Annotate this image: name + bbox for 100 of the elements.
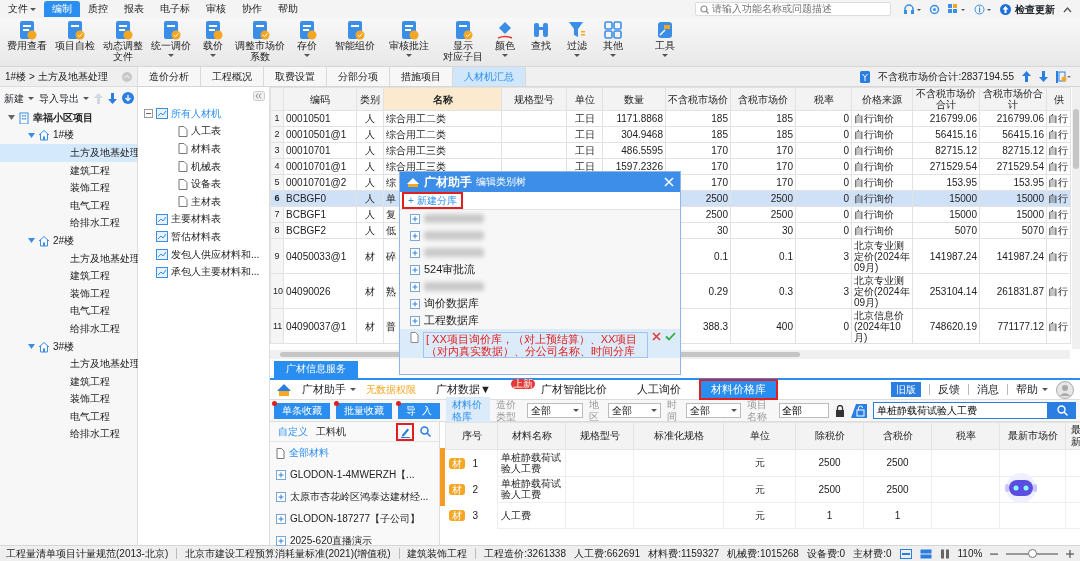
table-cell: 486.5595 (602, 142, 666, 159)
status-text: 人工费:662691 (574, 547, 641, 560)
material-tag: 材 (448, 457, 465, 469)
table-cell: 1 (863, 502, 932, 528)
permission-label: 无数据权限 (366, 383, 416, 396)
table-cell: 综合用工二类 (383, 110, 502, 127)
table-cell: 82715.12 (979, 142, 1047, 159)
table-cell: 3 (472, 509, 479, 521)
table-cell: 自行 (1046, 308, 1071, 344)
table-cell: 人 (356, 222, 384, 239)
table-cell: 北京专业测定价(2024年09月) (851, 238, 913, 274)
material-tag: 材 (448, 509, 465, 521)
table-cell: 82715.12 (912, 142, 980, 159)
table-cell: 人 (356, 142, 384, 159)
table-cell: 工日 (566, 110, 603, 127)
table-cell: 人工费 (497, 502, 566, 528)
status-text: 工程造价:3261338 (484, 547, 566, 560)
table-cell: 人 (356, 158, 384, 175)
table-cell: 2500 (863, 476, 932, 502)
table-cell: 材 (356, 273, 384, 309)
table-cell: 00010501@1 (283, 126, 357, 143)
table-cell: 216799.06 (912, 110, 980, 127)
table-cell: 人 (356, 174, 384, 191)
table-cell: 3 (795, 238, 852, 274)
table-cell: 0.1 (730, 238, 796, 274)
table-cell: 自行询价 (851, 158, 913, 175)
table-cell: 216799.06 (979, 110, 1047, 127)
table-cell: 人 (356, 206, 384, 223)
table-cell: 1 (472, 457, 479, 469)
table-cell: 自行 (1046, 273, 1071, 309)
table-cell: 自行 (1046, 238, 1071, 274)
table-cell: 自行 (1046, 110, 1071, 127)
table-cell: 工日 (566, 142, 603, 159)
table-cell: 0 (795, 206, 852, 223)
table-cell: 30 (730, 222, 796, 239)
table-cell: 141987.24 (979, 238, 1047, 274)
dialog-brand: 广材助手 (424, 174, 472, 190)
table-cell: 0 (795, 158, 852, 175)
table-cell: BCBGF2 (283, 222, 357, 239)
status-text: 建筑装饰工程 (407, 547, 468, 560)
table-cell: 748620.19 (912, 308, 980, 344)
table-cell: 元 (723, 449, 796, 476)
table-cell: 人 (356, 126, 384, 143)
table-cell: 自行询价 (851, 206, 913, 223)
table-cell: 工日 (566, 126, 603, 143)
table-cell: 自行 (1046, 142, 1071, 159)
table-cell: 0 (795, 222, 852, 239)
zoom-level: 110% (957, 547, 983, 560)
table-cell: 0 (795, 174, 852, 191)
table-cell: 56415.16 (979, 126, 1047, 143)
field-label: 项目名称 (747, 398, 769, 423)
table-cell: 单桩静载荷试验人工费 (497, 476, 566, 502)
new-badge: 上新 (510, 378, 535, 389)
table-cell: 自行 (1046, 174, 1071, 191)
table-cell: 400 (730, 308, 796, 344)
table-cell: 271529.54 (979, 158, 1047, 175)
table-cell: 材 (356, 238, 384, 274)
table-cell: 1 (795, 502, 864, 528)
table-cell: 1171.8868 (602, 110, 666, 127)
material-tag: 材 (448, 483, 465, 495)
field-label: 地区 (589, 398, 600, 423)
table-cell: 2500 (795, 449, 864, 476)
table-cell: 综合用工三类 (383, 142, 502, 159)
table-cell: 00010701 (283, 142, 357, 159)
table-cell: 自行 (1046, 126, 1071, 143)
table-cell: 人 (356, 110, 384, 127)
table-cell: 自行询价 (851, 142, 913, 159)
table-cell: 单桩静载荷试验人工费 (497, 449, 566, 476)
table-cell: 185 (665, 126, 731, 143)
table-cell: 141987.24 (912, 238, 980, 274)
table-cell: 185 (730, 126, 796, 143)
field-label: 造价类型 (495, 398, 517, 423)
table-cell: 271529.54 (912, 158, 980, 175)
table-cell: 自行询价 (851, 174, 913, 191)
table-cell: 00010701@2 (283, 174, 357, 191)
table-cell: 00010701@1 (283, 158, 357, 175)
table-cell: 04090037@1 (283, 308, 357, 344)
table-cell: 170 (665, 142, 731, 159)
table-cell: 261831.87 (979, 273, 1047, 309)
status-text: 设备费:0 (806, 547, 846, 560)
table-cell: 04090026 (283, 273, 357, 309)
table-cell: 5070 (912, 222, 980, 239)
table-cell: 56415.16 (912, 126, 980, 143)
table-cell: 北京信息价(2024年10月) (851, 308, 913, 344)
table-cell: 材 (356, 308, 384, 344)
table-cell: 185 (730, 110, 796, 127)
breadcrumb: 1#楼 > 土方及地基处理 (5, 70, 108, 83)
table-cell: 自行询价 (851, 222, 913, 239)
table-cell: 771177.12 (979, 308, 1047, 344)
table-cell: 2500 (795, 476, 864, 502)
total-label: 不含税市场价合计:2837194.55 (878, 70, 1014, 83)
table-cell: 2500 (863, 449, 932, 476)
table-cell: 自行询价 (851, 110, 913, 127)
table-cell: 自行询价 (851, 126, 913, 143)
table-cell: 5070 (979, 222, 1047, 239)
table-cell: 0 (795, 110, 852, 127)
table-cell: 0 (795, 142, 852, 159)
table-cell: BCBGF1 (283, 206, 357, 223)
table-cell: 综合用工二类 (383, 126, 502, 143)
status-text: 工程量清单项目计量规范(2013-北京) (6, 547, 169, 560)
